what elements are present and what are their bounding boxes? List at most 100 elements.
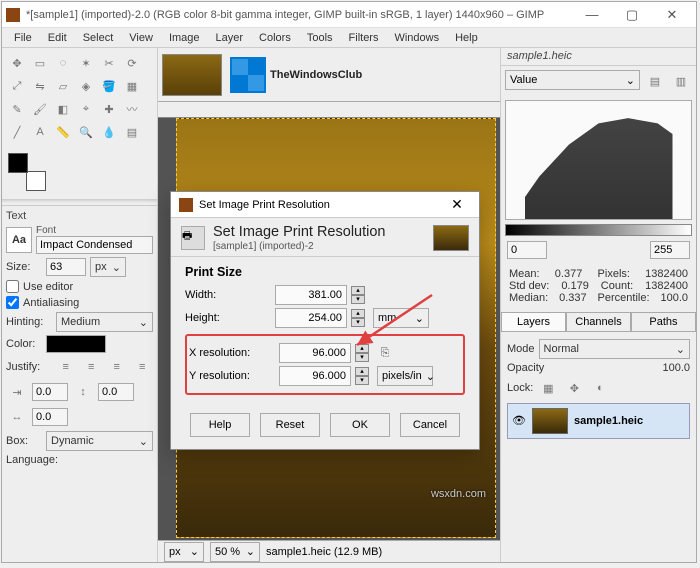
menu-filters[interactable]: Filters	[341, 30, 387, 46]
mode-select[interactable]: Normal	[539, 339, 690, 359]
tool-unified-icon[interactable]: ◈	[75, 75, 97, 97]
height-input[interactable]	[275, 308, 347, 328]
res-unit-select[interactable]: pixels/in	[377, 366, 433, 386]
tool-fuzzy-select-icon[interactable]: ✶	[75, 52, 97, 74]
tool-rect-select-icon[interactable]: ▭	[29, 52, 51, 74]
layer-item[interactable]: 👁 sample1.heic	[507, 403, 690, 439]
help-button[interactable]: Help	[190, 413, 250, 437]
indent-input[interactable]	[32, 383, 68, 401]
yres-spinner[interactable]: ▴▾	[355, 367, 373, 385]
justify-left-icon[interactable]: ≡	[55, 356, 77, 378]
tool-align-icon[interactable]: ▤	[121, 121, 143, 143]
stat-count-label: Count:	[601, 280, 633, 292]
justify-center-icon[interactable]: ≡	[80, 356, 102, 378]
gradient-strip[interactable]	[505, 224, 692, 236]
cancel-button[interactable]: Cancel	[400, 413, 460, 437]
histogram-linear-icon[interactable]: ▤	[644, 70, 666, 92]
menubar: File Edit Select View Image Layer Colors…	[2, 28, 696, 48]
tool-crop-icon[interactable]: ✂	[98, 52, 120, 74]
tool-smudge-icon[interactable]: 〰	[121, 98, 143, 120]
xres-spinner[interactable]: ▴▾	[355, 344, 373, 362]
status-zoom-select[interactable]: 50 %	[210, 542, 260, 562]
menu-windows[interactable]: Windows	[386, 30, 447, 46]
language-label: Language:	[6, 454, 66, 466]
antialias-checkbox[interactable]	[6, 296, 19, 309]
justify-fill-icon[interactable]: ≡	[132, 356, 154, 378]
tool-scale-icon[interactable]: ⤢	[6, 75, 28, 97]
font-preview-button[interactable]: Aa	[6, 227, 32, 253]
ok-button[interactable]: OK	[330, 413, 390, 437]
size-unit-select[interactable]: mm	[373, 308, 429, 328]
tool-pencil-icon[interactable]: ✎	[6, 98, 28, 120]
range-lo-input[interactable]	[507, 241, 547, 259]
tool-measure-icon[interactable]: 📏	[52, 121, 74, 143]
tool-text-icon[interactable]: A	[29, 121, 51, 143]
fg-color-swatch[interactable]	[8, 153, 28, 173]
yres-input[interactable]	[279, 366, 351, 386]
tool-rotate-icon[interactable]: ⟳	[121, 52, 143, 74]
box-select[interactable]: Dynamic	[46, 431, 153, 451]
tool-path-icon[interactable]: ╱	[6, 121, 28, 143]
font-name-input[interactable]	[36, 236, 153, 254]
lock-position-icon[interactable]: ✥	[563, 377, 585, 399]
xres-input[interactable]	[279, 343, 351, 363]
xres-label: X resolution:	[189, 347, 275, 359]
line-spacing-input[interactable]	[98, 383, 134, 401]
dialog-close-button[interactable]: ✕	[443, 196, 471, 213]
tool-move-icon[interactable]: ✥	[6, 52, 28, 74]
tool-perspective-icon[interactable]: ▱	[52, 75, 74, 97]
dialog-thumbnail	[433, 225, 469, 251]
bg-color-swatch[interactable]	[26, 171, 46, 191]
use-editor-checkbox[interactable]	[6, 280, 19, 293]
minimize-button[interactable]: —	[572, 4, 612, 26]
status-unit-select[interactable]: px	[164, 542, 204, 562]
tab-layers[interactable]: Layers	[501, 312, 566, 331]
tool-clone-icon[interactable]: ⌖	[75, 98, 97, 120]
width-input[interactable]	[275, 285, 347, 305]
link-icon[interactable]: ⎘	[377, 347, 393, 360]
eye-icon[interactable]: 👁	[512, 414, 526, 428]
justify-right-icon[interactable]: ≡	[106, 356, 128, 378]
resolution-highlight-box: X resolution: ▴▾ ⎘ Y resolution: ▴▾ pixe…	[185, 334, 465, 395]
tab-channels[interactable]: Channels	[566, 312, 631, 331]
menu-edit[interactable]: Edit	[40, 30, 75, 46]
image-thumbnail[interactable]	[162, 54, 222, 96]
tool-zoom-icon[interactable]: 🔍	[75, 121, 97, 143]
text-color-well[interactable]	[46, 335, 106, 353]
menu-layer[interactable]: Layer	[208, 30, 252, 46]
lock-pixel-icon[interactable]: ▦	[537, 377, 559, 399]
histogram-log-icon[interactable]: ▥	[670, 70, 692, 92]
size-unit-select[interactable]: px	[90, 257, 126, 277]
size-input[interactable]	[46, 258, 86, 276]
menu-view[interactable]: View	[121, 30, 161, 46]
close-button[interactable]: ✕	[652, 4, 692, 26]
menu-image[interactable]: Image	[161, 30, 208, 46]
maximize-button[interactable]: ▢	[612, 4, 652, 26]
ruler-horizontal[interactable]	[158, 102, 500, 118]
tool-brush-icon[interactable]: 🖌	[29, 98, 51, 120]
menu-file[interactable]: File	[6, 30, 40, 46]
tool-bucket-icon[interactable]: 🪣	[98, 75, 120, 97]
tool-free-select-icon[interactable]: ◌	[52, 52, 74, 74]
statusbar: px 50 % sample1.heic (12.9 MB)	[158, 540, 500, 562]
tool-heal-icon[interactable]: ✚	[98, 98, 120, 120]
menu-help[interactable]: Help	[447, 30, 486, 46]
stat-sd-value: 0.179	[561, 280, 589, 292]
width-spinner[interactable]: ▴▾	[351, 286, 369, 304]
range-hi-input[interactable]	[650, 241, 690, 259]
tool-color-picker-icon[interactable]: 💧	[98, 121, 120, 143]
reset-button[interactable]: Reset	[260, 413, 320, 437]
menu-tools[interactable]: Tools	[299, 30, 341, 46]
tool-eraser-icon[interactable]: ◧	[52, 98, 74, 120]
height-spinner[interactable]: ▴▾	[351, 309, 369, 327]
lock-alpha-icon[interactable]: ◐	[589, 377, 611, 399]
menu-colors[interactable]: Colors	[251, 30, 299, 46]
menu-select[interactable]: Select	[75, 30, 122, 46]
tool-gradient-icon[interactable]: ▦	[121, 75, 143, 97]
tab-paths[interactable]: Paths	[631, 312, 696, 331]
letter-spacing-input[interactable]	[32, 408, 68, 426]
tool-flip-icon[interactable]: ⇋	[29, 75, 51, 97]
dialog-titlebar[interactable]: Set Image Print Resolution ✕	[171, 192, 479, 218]
histogram-channel-select[interactable]: Value	[505, 70, 640, 90]
hinting-select[interactable]: Medium	[56, 312, 153, 332]
